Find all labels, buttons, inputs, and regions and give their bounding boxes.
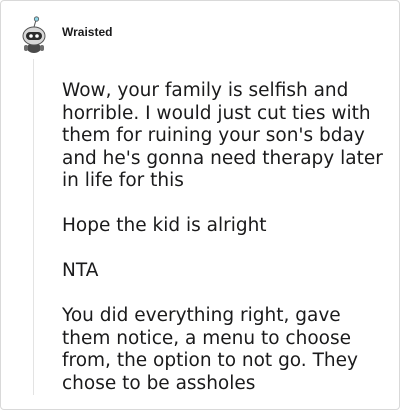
comment-author[interactable]: Wraisted: [62, 25, 112, 39]
comment-paragraph: You did everything right, gave them noti…: [62, 305, 358, 394]
snoo-robot-avatar-icon[interactable]: [21, 15, 47, 55]
comment-body: Wow, your family is selfish and horrible…: [62, 80, 392, 418]
comment-paragraph: Wow, your family is selfish and horrible…: [62, 80, 383, 191]
comment-paragraph: Hope the kid is alright: [62, 215, 267, 236]
comment-paragraph: NTA: [62, 260, 99, 281]
thread-line[interactable]: [33, 59, 34, 395]
comment-card: Wraisted Wow, your family is selfish and…: [0, 0, 400, 410]
comment-header: Wraisted: [21, 15, 112, 55]
